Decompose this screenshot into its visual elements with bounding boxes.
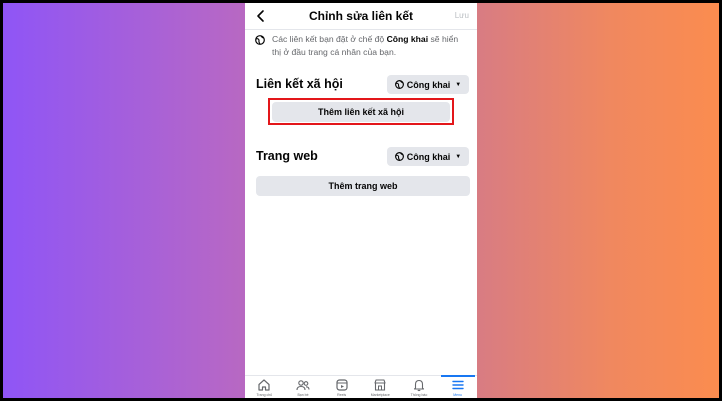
home-icon [258,379,270,391]
menu-icon [451,380,464,390]
caret-down-icon: ▼ [455,153,462,160]
save-button[interactable]: Lưu [455,11,469,20]
tab-menu[interactable]: Menu [439,375,477,398]
websites-title: Trang web [256,149,318,163]
add-social-link-button[interactable]: Thêm liên kết xã hội [272,102,450,122]
public-notice: Các liên kết bạn đặt ở chế độ Công khai … [255,33,469,59]
bottom-tab-bar: Trang chủ Bạn bè Reels Marketplace Thông… [245,375,477,398]
friends-icon [296,380,310,391]
notice-text: Các liên kết bạn đặt ở chế độ Công khai … [272,34,459,57]
globe-icon [394,80,404,89]
reels-icon [336,379,348,391]
caret-down-icon: ▼ [455,81,462,88]
privacy-label: Công khai [406,79,451,90]
globe-icon [255,35,265,45]
marketplace-icon [374,379,386,391]
add-website-button[interactable]: Thêm trang web [256,176,470,196]
phone-screen: Chỉnh sửa liên kết Lưu Các liên kết bạn … [245,3,477,398]
websites-privacy-button[interactable]: Công khai ▼ [387,147,469,166]
privacy-label: Công khai [406,151,451,162]
header: Chỉnh sửa liên kết Lưu [245,3,477,30]
page-title: Chỉnh sửa liên kết [308,9,414,23]
bell-icon [413,379,425,392]
tab-notifications[interactable]: Thông báo [400,376,438,398]
tab-home[interactable]: Trang chủ [245,376,283,398]
tab-reels[interactable]: Reels [323,376,361,398]
tab-marketplace[interactable]: Marketplace [361,376,399,398]
tab-friends[interactable]: Bạn bè [284,376,322,398]
social-links-privacy-button[interactable]: Công khai ▼ [387,75,469,94]
globe-icon [394,152,404,161]
screen-frame: Chỉnh sửa liên kết Lưu Các liên kết bạn … [3,3,719,398]
social-links-title: Liên kết xã hội [256,77,343,91]
